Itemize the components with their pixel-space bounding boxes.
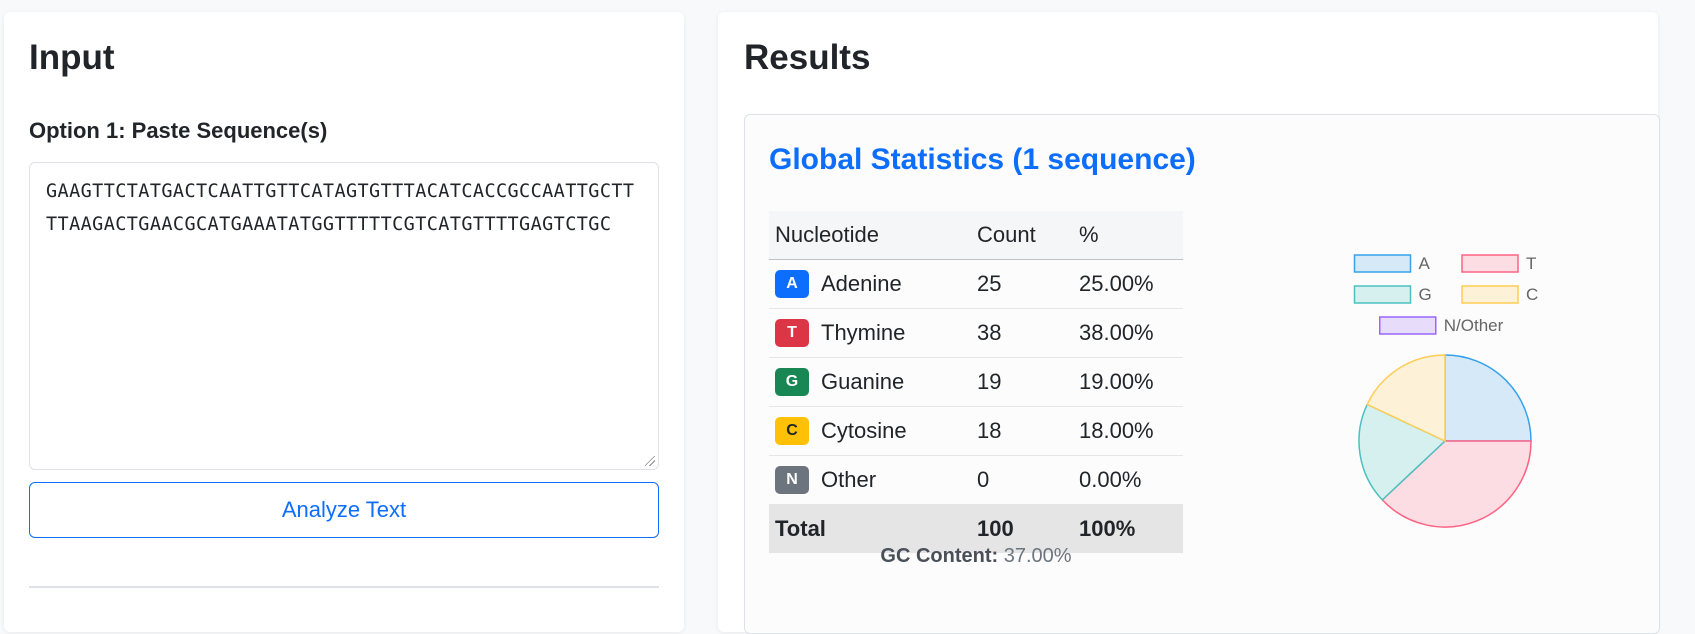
percent-cell: 19.00% — [1073, 357, 1183, 407]
global-statistics-title: Global Statistics (1 sequence) — [769, 143, 1196, 176]
gc-content-label: GC Content: — [880, 545, 999, 567]
nucleotide-name: Thymine — [821, 320, 906, 346]
gc-content-value: 37.00% — [1003, 545, 1072, 567]
legend-swatch-t[interactable] — [1461, 254, 1519, 273]
legend-swatch-n-other[interactable] — [1379, 316, 1437, 335]
header-count: Count — [971, 211, 1073, 260]
badge-adenine: A — [775, 270, 809, 299]
badge-guanine: G — [775, 368, 809, 397]
count-cell: 18 — [971, 406, 1073, 456]
sequence-text[interactable]: GAAGTTCTATGACTCAATTGTTCATAGTGTTTACATCACC… — [46, 181, 634, 235]
nucleotide-name: Cytosine — [821, 418, 907, 444]
table-row: T Thymine 38 38.00% — [769, 308, 1183, 358]
badge-thymine: T — [775, 319, 809, 348]
nucleotide-cell: A Adenine — [769, 259, 971, 309]
count-cell: 19 — [971, 357, 1073, 407]
count-cell: 25 — [971, 259, 1073, 309]
nucleotide-name: Other — [821, 467, 877, 493]
input-heading: Input — [29, 38, 115, 77]
legend-label-g[interactable]: G — [1419, 285, 1432, 304]
table-row: G Guanine 19 19.00% — [769, 357, 1183, 407]
header-nucleotide: Nucleotide — [769, 211, 971, 260]
composition-pie-chart: A T G C N/Other — [1325, 253, 1565, 538]
legend-label-c[interactable]: C — [1526, 285, 1538, 304]
results-heading: Results — [744, 38, 871, 77]
nucleotide-table: Nucleotide Count % A Adenine 25 25.00% T Thym… — [769, 211, 1183, 553]
table-row: A Adenine 25 25.00% — [769, 259, 1183, 309]
section-divider — [29, 586, 659, 588]
analyze-text-button[interactable]: Analyze Text — [29, 482, 659, 538]
badge-cytosine: C — [775, 417, 809, 446]
nucleotide-cell: G Guanine — [769, 357, 971, 407]
results-panel: Results Global Statistics (1 sequence) N… — [718, 12, 1660, 634]
count-cell: 38 — [971, 308, 1073, 358]
table-row: N Other 0 0.00% — [769, 455, 1183, 505]
legend-swatch-c[interactable] — [1461, 285, 1519, 304]
legend-label-t[interactable]: T — [1526, 254, 1536, 273]
legend-label-n-other[interactable]: N/Other — [1444, 316, 1504, 335]
gc-content: GC Content: 37.00% — [769, 545, 1183, 568]
count-cell: 0 — [971, 455, 1073, 505]
global-statistics-card: Global Statistics (1 sequence) Nucleotid… — [744, 114, 1660, 634]
nucleotide-cell: N Other — [769, 455, 971, 505]
paste-sequence-label: Option 1: Paste Sequence(s) — [29, 118, 328, 143]
pie-chart-svg: A T G C N/Other — [1353, 254, 1538, 528]
table-row: C Cytosine 18 18.00% — [769, 406, 1183, 456]
legend-swatch-g[interactable] — [1353, 285, 1412, 304]
nucleotide-name: Adenine — [821, 271, 902, 297]
input-panel: Input Option 1: Paste Sequence(s) GAAGTT… — [4, 12, 684, 632]
resize-handle-icon[interactable] — [645, 456, 655, 466]
nucleotide-cell: C Cytosine — [769, 406, 971, 456]
pie-slice-a[interactable] — [1444, 354, 1532, 442]
header-percent: % — [1073, 211, 1183, 260]
nucleotide-name: Guanine — [821, 369, 905, 395]
table-header-row: Nucleotide Count % — [769, 211, 1183, 260]
sequence-textarea[interactable]: GAAGTTCTATGACTCAATTGTTCATAGTGTTTACATCACC… — [29, 162, 659, 470]
badge-other: N — [775, 466, 809, 495]
legend-label-a[interactable]: A — [1419, 254, 1431, 273]
percent-cell: 18.00% — [1073, 406, 1183, 456]
nucleotide-cell: T Thymine — [769, 308, 971, 358]
percent-cell: 25.00% — [1073, 259, 1183, 309]
legend-swatch-a[interactable] — [1353, 254, 1412, 273]
percent-cell: 38.00% — [1073, 308, 1183, 358]
percent-cell: 0.00% — [1073, 455, 1183, 505]
